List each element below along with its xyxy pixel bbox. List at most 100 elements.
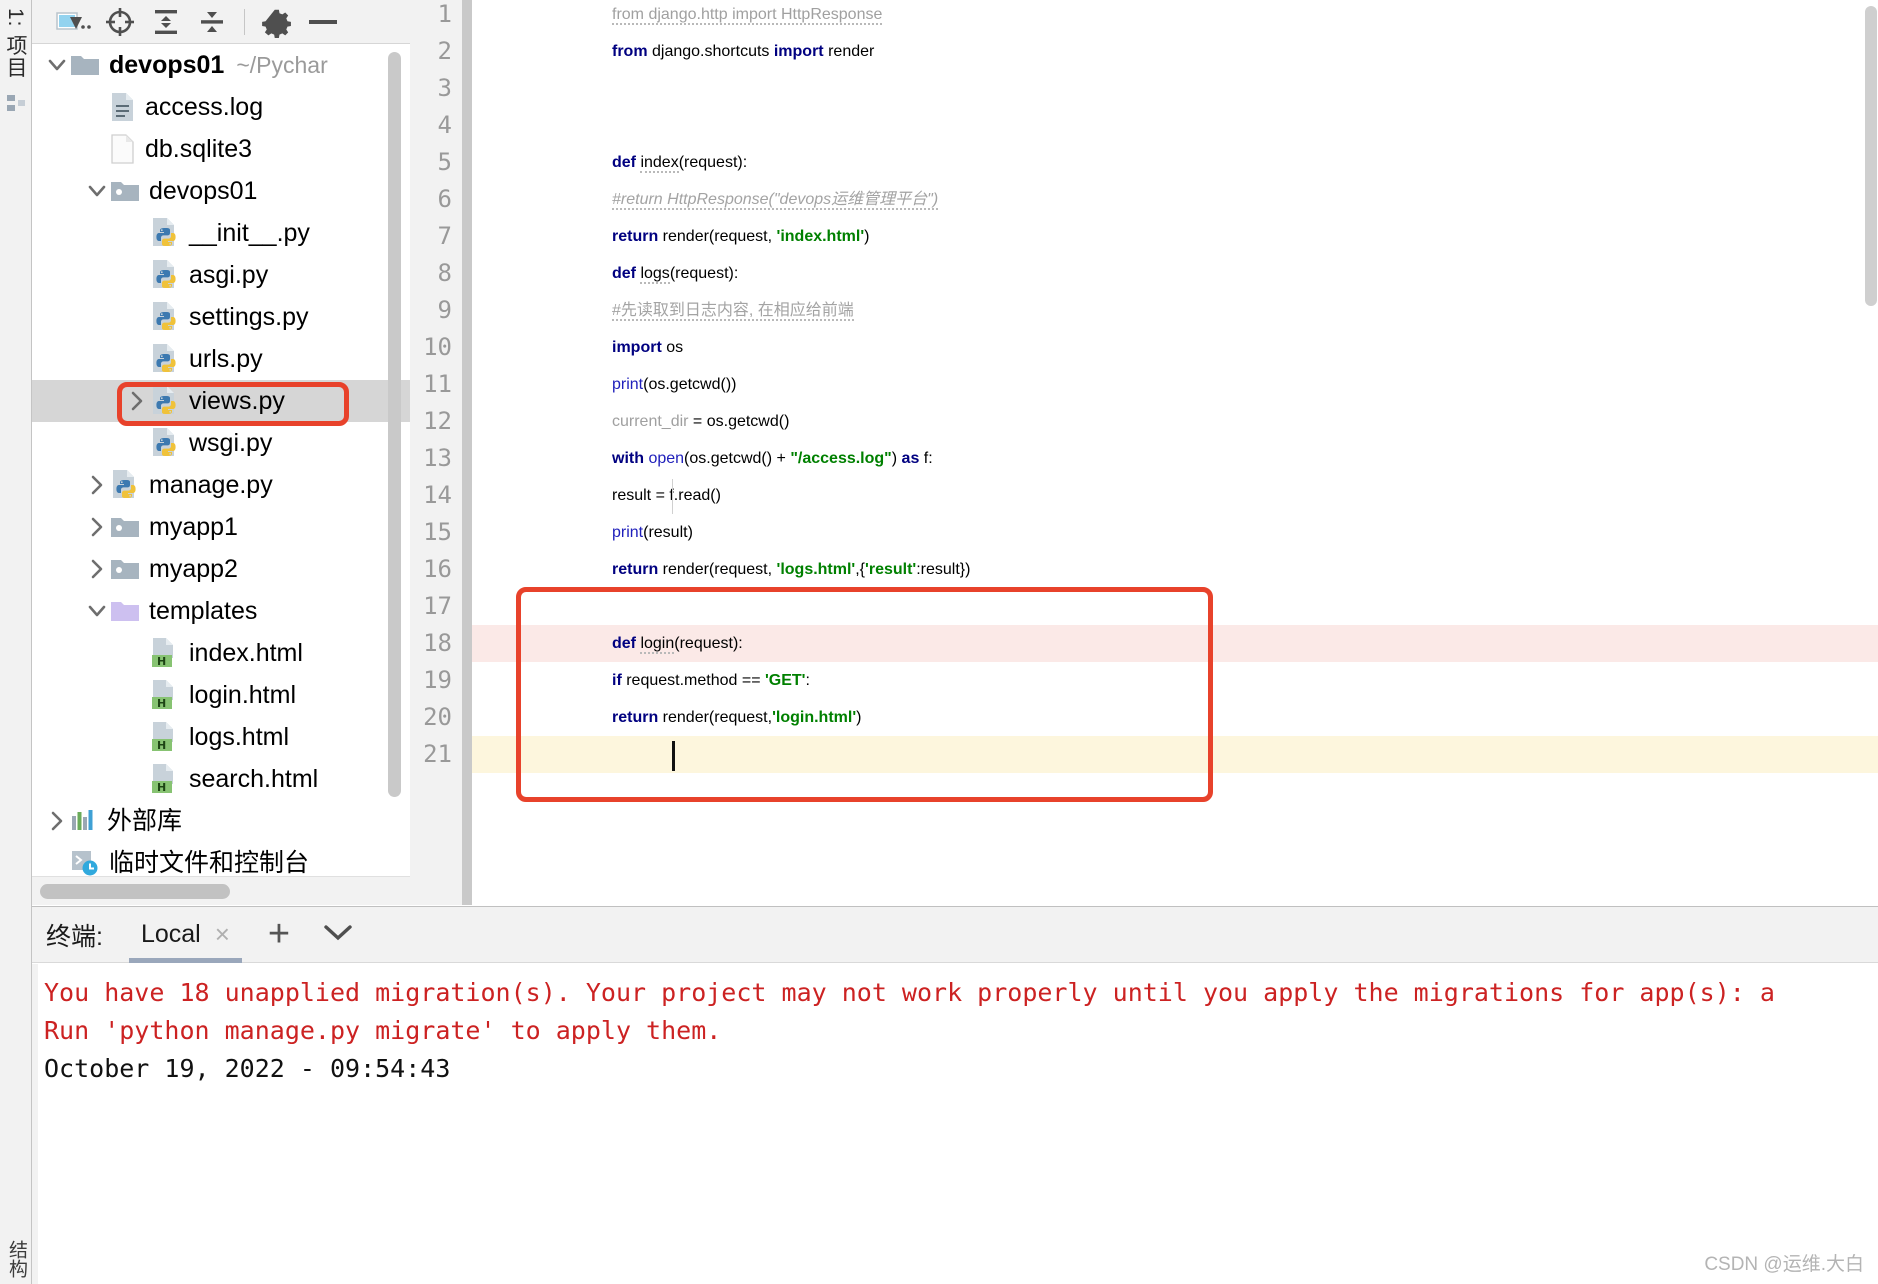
project-tree[interactable]: devops01 ~/Pychar access.log db.sqlite3 devo… (32, 44, 410, 876)
chevron-down-icon[interactable] (84, 598, 110, 624)
code-line[interactable]: def index(request): (612, 144, 747, 181)
chevron-right-icon[interactable] (124, 388, 150, 414)
chevron-down-icon[interactable] (84, 178, 110, 204)
svg-text:H: H (157, 655, 166, 668)
chevron-down-icon[interactable] (44, 52, 70, 78)
tree-row[interactable]: __init__.py (32, 212, 410, 254)
code-line[interactable]: def login(request): (612, 625, 743, 662)
tree-vertical-scroll-thumb[interactable] (388, 52, 401, 797)
code-line[interactable]: from django.shortcuts import render (612, 33, 874, 70)
chevron-down-icon[interactable] (320, 921, 356, 948)
python-file-icon (150, 259, 180, 291)
structure-icon[interactable] (5, 92, 27, 114)
line-number: 15 (423, 518, 452, 546)
tree-row[interactable]: access.log (32, 86, 410, 128)
close-icon[interactable]: × (215, 919, 230, 950)
line-number: 11 (423, 370, 452, 398)
python-file-icon (110, 469, 140, 501)
settings-button[interactable] (257, 5, 297, 39)
tree-row[interactable]: devops01 ~/Pychar (32, 44, 410, 86)
code-token: request.method == (621, 672, 765, 689)
chevron-right-icon[interactable] (84, 556, 110, 582)
code-token: ) (891, 450, 902, 467)
tree-row[interactable]: urls.py (32, 338, 410, 380)
scroll-from-source-button[interactable] (100, 5, 140, 39)
code-line[interactable]: if request.method == 'GET': (612, 662, 810, 699)
line-number: 13 (423, 444, 452, 472)
code-token: def (612, 154, 636, 171)
minimize-button[interactable] (303, 5, 343, 39)
tree-row-label: views.py (189, 386, 285, 415)
active-tab-underline (128, 957, 242, 963)
code-token: (os.getcwd()) (643, 376, 737, 393)
tree-row[interactable]: db.sqlite3 (32, 128, 410, 170)
code-token: open (648, 450, 685, 467)
tree-row[interactable]: wsgi.py (32, 422, 410, 464)
tree-row[interactable]: templates (32, 590, 410, 632)
code-line[interactable]: print(result) (612, 514, 693, 551)
tree-row[interactable]: asgi.py (32, 254, 410, 296)
sidebar-item-project[interactable]: 1: 项目 (2, 4, 30, 78)
tree-horizontal-scrollbar[interactable] (32, 876, 410, 905)
terminal-panel: 终端: Local × + You have 18 unapplied migr… (32, 906, 1878, 1284)
code-line[interactable]: return render(request, 'logs.html',{'res… (612, 551, 970, 588)
text-caret (672, 741, 676, 771)
code-line[interactable]: current_dir = os.getcwd() (612, 403, 789, 440)
chevron-right-icon[interactable] (84, 514, 110, 540)
code-line[interactable]: return render(request, 'index.html') (612, 218, 869, 255)
tree-row[interactable]: views.py (32, 380, 410, 422)
chevron-right-icon[interactable] (44, 808, 70, 834)
tree-vertical-scrollbar[interactable] (388, 52, 401, 852)
line-number: 14 (423, 481, 452, 509)
tree-row-path-hint: ~/Pychar (236, 51, 328, 78)
sidebar-item-structure[interactable]: 结构 (2, 1240, 30, 1278)
add-terminal-button[interactable]: + (268, 913, 290, 956)
terminal-tab-local[interactable]: Local × (128, 907, 242, 963)
tree-row[interactable]: Hindex.html (32, 632, 410, 674)
code-line[interactable]: with open(os.getcwd() + "/access.log") a… (612, 440, 933, 477)
code-line[interactable]: #先读取到日志内容, 在相应给前端 (612, 292, 854, 329)
tree-row-label: asgi.py (189, 260, 269, 289)
tree-row-label: access.log (145, 92, 264, 121)
code-token: : (805, 672, 810, 689)
tree-row[interactable]: myapp1 (32, 506, 410, 548)
tree-row[interactable]: manage.py (32, 464, 410, 506)
folder-icon (110, 556, 140, 582)
select-opened-file-button[interactable] (54, 5, 94, 39)
tree-row[interactable]: myapp2 (32, 548, 410, 590)
code-line[interactable]: print(os.getcwd()) (612, 366, 736, 403)
python-file-icon (150, 385, 180, 417)
editor-vertical-scroll-thumb[interactable] (1865, 6, 1877, 306)
code-token: render(request, (658, 228, 777, 245)
tree-row[interactable]: Hlogin.html (32, 674, 410, 716)
chevron-right-icon[interactable] (84, 472, 110, 498)
tree-row[interactable]: settings.py (32, 296, 410, 338)
editor-vertical-scrollbar[interactable] (1864, 0, 1878, 905)
expand-all-button[interactable] (146, 5, 186, 39)
code-token: django.shortcuts (647, 43, 774, 60)
terminal-tab-label: Local (140, 920, 201, 948)
tree-row[interactable]: devops01 (32, 170, 410, 212)
line-number: 3 (437, 74, 452, 102)
tree-row[interactable]: Hlogs.html (32, 716, 410, 758)
external-libraries-icon (70, 808, 98, 834)
editor-code-area[interactable]: 1 from django.http import HttpResponse 2 fr… (423, 0, 1878, 905)
current-line-highlight (472, 736, 1878, 773)
collapse-all-button[interactable] (192, 5, 232, 39)
terminal-output[interactable]: You have 18 unapplied migration(s). Your… (32, 964, 1878, 1284)
code-token: import (773, 43, 824, 60)
code-token: 'login.html' (772, 709, 857, 726)
code-line[interactable]: from django.http import HttpResponse (612, 0, 883, 33)
code-line[interactable]: return render(request,'login.html') (612, 699, 861, 736)
line-number: 5 (437, 148, 452, 176)
code-line[interactable]: #return HttpResponse("devops运维管理平台") (612, 181, 939, 218)
code-token: if (612, 672, 622, 689)
tree-horizontal-scroll-thumb[interactable] (40, 884, 230, 899)
code-line[interactable]: import os (612, 329, 683, 366)
tree-row[interactable]: Hsearch.html (32, 758, 410, 800)
code-editor[interactable]: 1 from django.http import HttpResponse 2 fr… (410, 0, 1878, 905)
tree-row[interactable]: 临时文件和控制台 (32, 842, 410, 876)
code-line[interactable]: def logs(request): (612, 255, 738, 292)
code-line[interactable]: result = f.read() (612, 477, 721, 514)
tree-row[interactable]: 外部库 (32, 800, 410, 842)
